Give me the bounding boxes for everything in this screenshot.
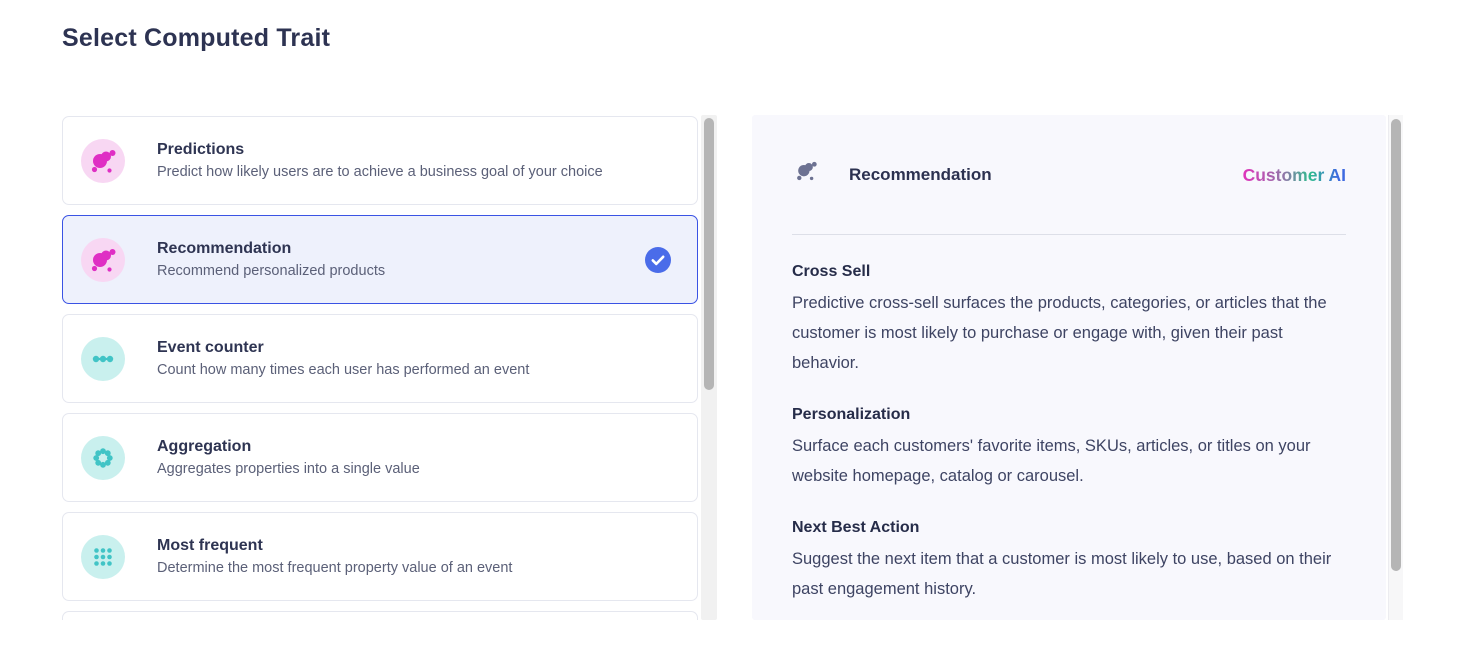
- cluster-blob-icon: [81, 238, 125, 282]
- list-item-description: Predict how likely users are to achieve …: [157, 164, 603, 180]
- section-next-best-action: Next Best Action Suggest the next item t…: [792, 519, 1346, 604]
- list-item-description: Determine the most frequent property val…: [157, 560, 512, 576]
- list-item-recommendation[interactable]: Recommendation Recommend personalized pr…: [62, 215, 698, 304]
- list-item-partial[interactable]: [62, 611, 698, 620]
- beads-line-icon: [81, 337, 125, 381]
- list-item-title: Event counter: [157, 339, 529, 357]
- section-body: Predictive cross-sell surfaces the produ…: [792, 288, 1346, 378]
- detail-header: Recommendation Customer AI: [792, 157, 1346, 193]
- dot-grid-icon: [81, 535, 125, 579]
- section-heading: Personalization: [792, 406, 1346, 424]
- detail-panel: Recommendation Customer AI Cross Sell Pr…: [752, 115, 1386, 620]
- page-title: Select Computed Trait: [62, 24, 330, 53]
- cluster-blob-icon: [81, 139, 125, 183]
- cluster-blob-icon: [792, 157, 823, 193]
- list-item-description: Count how many times each user has perfo…: [157, 362, 529, 378]
- section-body: Suggest the next item that a customer is…: [792, 544, 1346, 604]
- trait-list-scrollbar[interactable]: [701, 115, 717, 620]
- list-item-description: Aggregates properties into a single valu…: [157, 461, 420, 477]
- detail-panel-scrollbar-thumb[interactable]: [1391, 119, 1401, 571]
- section-heading: Next Best Action: [792, 519, 1346, 537]
- detail-panel-scrollbar[interactable]: [1388, 115, 1403, 620]
- list-item-most-frequent[interactable]: Most frequent Determine the most frequen…: [62, 512, 698, 601]
- list-item-predictions[interactable]: Predictions Predict how likely users are…: [62, 116, 698, 205]
- list-item-event-counter[interactable]: Event counter Count how many times each …: [62, 314, 698, 403]
- trait-list: Predictions Predict how likely users are…: [62, 116, 698, 620]
- section-body: Surface each customers' favorite items, …: [792, 431, 1346, 491]
- detail-title: Recommendation: [849, 165, 992, 185]
- dot-ring-icon: [81, 436, 125, 480]
- list-item-description: Recommend personalized products: [157, 263, 385, 279]
- trait-list-scrollbar-thumb[interactable]: [704, 118, 714, 390]
- list-item-title: Aggregation: [157, 438, 420, 456]
- list-item-title: Recommendation: [157, 240, 385, 258]
- section-heading: Cross Sell: [792, 263, 1346, 281]
- section-personalization: Personalization Surface each customers' …: [792, 406, 1346, 491]
- divider: [792, 234, 1346, 235]
- customer-ai-badge: Customer AI: [1243, 165, 1346, 186]
- list-item-aggregation[interactable]: Aggregation Aggregates properties into a…: [62, 413, 698, 502]
- selected-check-icon: [645, 247, 671, 273]
- list-item-title: Most frequent: [157, 537, 512, 555]
- section-cross-sell: Cross Sell Predictive cross-sell surface…: [792, 263, 1346, 378]
- list-item-title: Predictions: [157, 141, 603, 159]
